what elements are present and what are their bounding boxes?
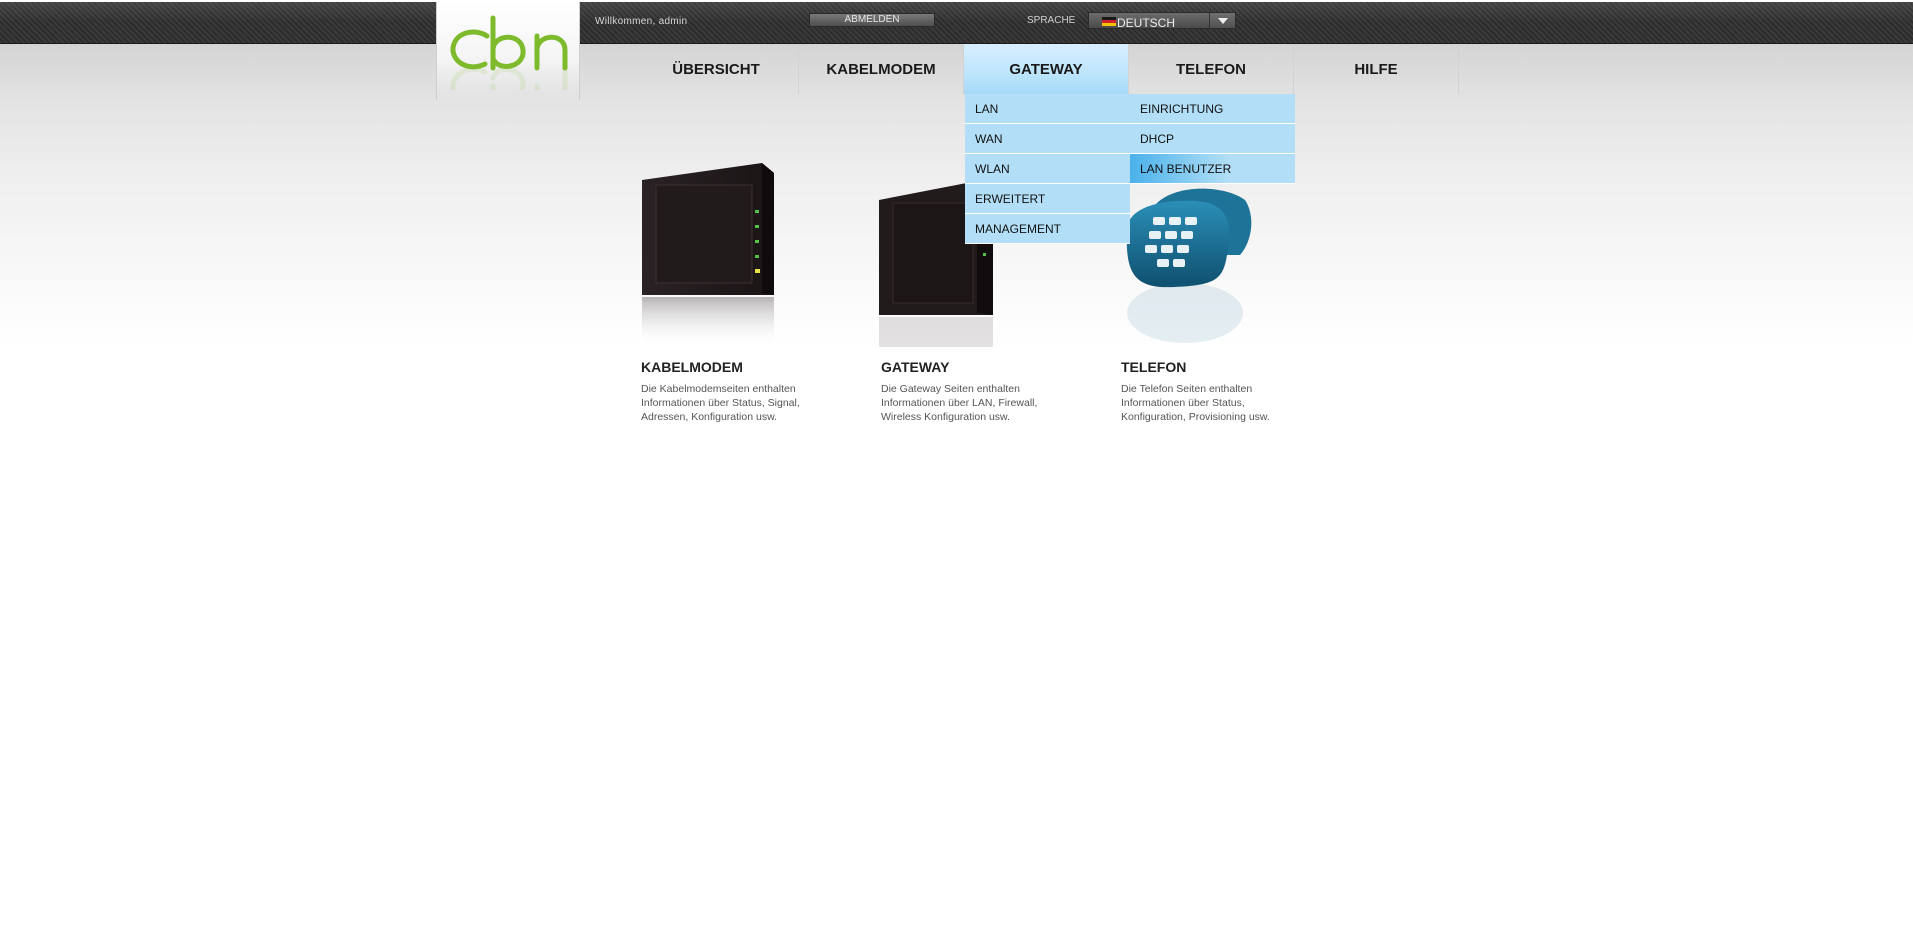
- nav-item-gateway[interactable]: GATEWAY: [964, 44, 1129, 94]
- dropdown-column-right: EINRICHTUNG DHCP LAN BENUTZER: [1130, 94, 1295, 184]
- language-value: DEUTSCH: [1117, 16, 1176, 30]
- logout-button[interactable]: ABMELDEN: [809, 13, 935, 27]
- nav-item-label: GATEWAY: [1009, 60, 1083, 78]
- dropdown-column-left: LAN WAN WLAN ERWEITERT MANAGEMENT: [965, 94, 1130, 244]
- menu-item-lan[interactable]: LAN: [965, 94, 1130, 124]
- menu-item-wan[interactable]: WAN: [965, 124, 1130, 154]
- menu-item-einrichtung[interactable]: EINRICHTUNG: [1130, 94, 1295, 124]
- tile-title-kabelmodem: KABELMODEM: [641, 359, 743, 375]
- main-nav: ÜBERSICHT KABELMODEM GATEWAY TELEFON HIL…: [634, 44, 1459, 94]
- nav-item-telefon[interactable]: TELEFON: [1129, 44, 1294, 94]
- tile-kabelmodem[interactable]: [640, 155, 820, 360]
- cable-modem-icon: [642, 163, 774, 347]
- german-flag-icon: [1102, 17, 1116, 26]
- nav-item-label: HILFE: [1354, 60, 1398, 78]
- page: Willkommen, admin ABMELDEN SPRACHE DEUTS…: [0, 0, 1913, 936]
- tile-telefon[interactable]: [1115, 155, 1295, 360]
- menu-item-lan-benutzer[interactable]: LAN BENUTZER: [1130, 154, 1295, 184]
- tile-title-gateway: GATEWAY: [881, 359, 950, 375]
- language-select[interactable]: DEUTSCH: [1088, 12, 1236, 30]
- menu-item-wlan[interactable]: WLAN: [965, 154, 1130, 184]
- nav-item-hilfe[interactable]: HILFE: [1294, 44, 1459, 94]
- tile-title-telefon: TELEFON: [1121, 359, 1187, 375]
- nav-item-label: TELEFON: [1176, 60, 1246, 78]
- telephone-icon: [1126, 188, 1252, 343]
- tile-desc-gateway: Die Gateway Seiten enthalten Information…: [881, 383, 1038, 423]
- tile-desc-kabelmodem: Die Kabelmodemseiten enthalten Informati…: [641, 383, 800, 423]
- chevron-down-icon: [1218, 18, 1228, 24]
- top-bar-sheen: [0, 2, 1913, 22]
- nav-item-kabelmodem[interactable]: KABELMODEM: [799, 44, 964, 94]
- nav-item-uebersicht[interactable]: ÜBERSICHT: [634, 44, 799, 94]
- cbn-logo-icon: [450, 15, 568, 90]
- nav-item-label: KABELMODEM: [826, 60, 936, 78]
- logo[interactable]: [436, 2, 580, 100]
- welcome-text: Willkommen, admin: [595, 16, 688, 27]
- nav-item-label: ÜBERSICHT: [672, 60, 760, 78]
- menu-item-management[interactable]: MANAGEMENT: [965, 214, 1130, 244]
- language-dropdown-arrow[interactable]: [1209, 13, 1235, 28]
- language-label: SPRACHE: [1027, 15, 1076, 26]
- menu-item-dhcp[interactable]: DHCP: [1130, 124, 1295, 154]
- tile-desc-telefon: Die Telefon Seiten enthalten Information…: [1121, 383, 1270, 423]
- menu-item-erweitert[interactable]: ERWEITERT: [965, 184, 1130, 214]
